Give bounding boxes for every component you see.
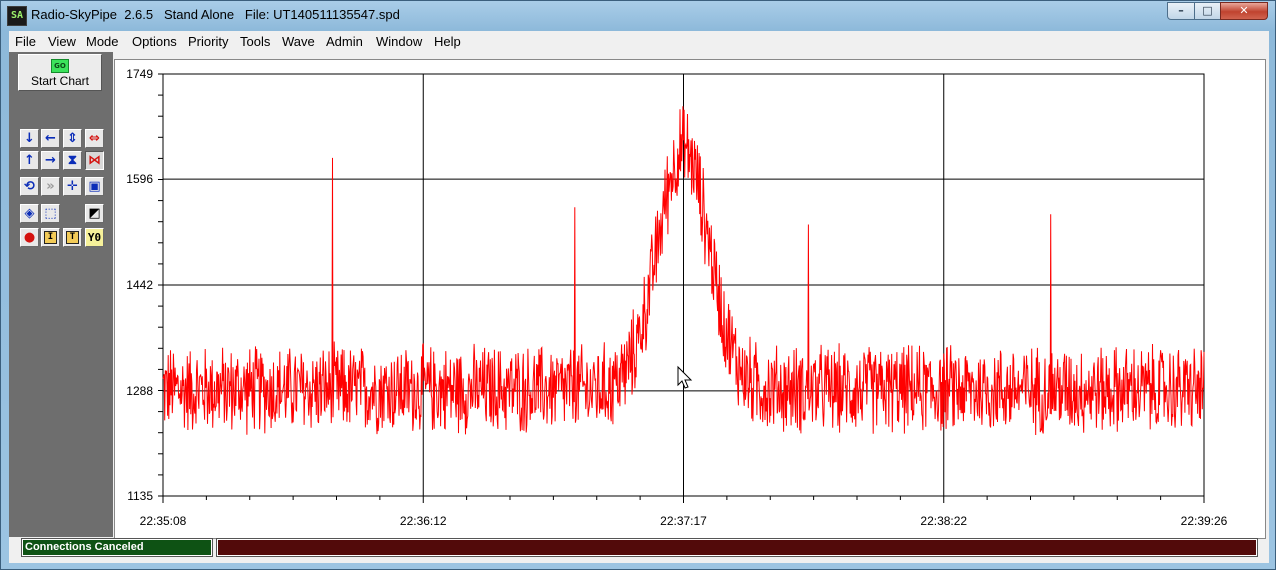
x-tick-label: 22:38:22 (920, 514, 967, 528)
expand-horizontal-red-icon[interactable]: ⇔ (85, 129, 104, 148)
y-zero-icon[interactable]: Y0 (85, 228, 104, 247)
chart-area[interactable]: 1749 1596 1442 1288 1135 22:35:08 22:36:12 22:3… (114, 59, 1266, 539)
window-title: Radio-SkyPipe 2.6.5 Stand Alone File: UT… (31, 7, 400, 22)
close-button[interactable]: ✕ (1220, 2, 1268, 20)
app-logo-icon: SA (7, 6, 27, 26)
text-insert-glyph: I (44, 231, 57, 244)
text-tool-glyph: T (66, 231, 79, 244)
menu-mode[interactable]: Mode (86, 34, 119, 49)
strip-chart[interactable]: 1749 1596 1442 1288 1135 22:35:08 22:36:12 22:3… (115, 60, 1265, 538)
menu-file[interactable]: File (15, 34, 36, 49)
y-tick-label: 1442 (126, 278, 153, 292)
tool-panel: GO Start Chart ↓ ← ⇕ ⇔ ↑ → ⧗ ⋈ ⟲ » ✛ ▣ ◈… (9, 52, 113, 537)
x-tick-label: 22:37:17 (660, 514, 707, 528)
y-tick-label: 1288 (126, 384, 153, 398)
maximize-button[interactable]: □ (1194, 2, 1221, 20)
center-icon[interactable]: ◈ (20, 204, 39, 223)
menu-tools[interactable]: Tools (240, 34, 270, 49)
edit-chart-icon[interactable]: ◩ (85, 204, 104, 223)
go-icon: GO (51, 59, 69, 73)
menu-window[interactable]: Window (376, 34, 422, 49)
expand-vertical-icon[interactable]: ⇕ (63, 129, 82, 148)
x-tick-label: 22:35:08 (140, 514, 187, 528)
menu-options[interactable]: Options (132, 34, 177, 49)
status-bar-indicator (216, 538, 1258, 557)
x-tick-label: 22:39:26 (1181, 514, 1228, 528)
menu-priority[interactable]: Priority (188, 34, 228, 49)
text-insert-icon[interactable]: I (41, 228, 60, 247)
arrow-left-icon[interactable]: ← (41, 129, 60, 148)
menu-help[interactable]: Help (434, 34, 461, 49)
record-icon[interactable]: ● (20, 228, 39, 247)
start-chart-label: Start Chart (30, 74, 90, 88)
connection-status: Connections Canceled (21, 538, 213, 557)
y-tick-label: 1135 (127, 489, 153, 503)
select-box-icon[interactable]: ⬚ (41, 204, 60, 223)
text-tool-icon[interactable]: T (63, 228, 82, 247)
y-tick-label: 1596 (126, 172, 153, 186)
start-chart-button[interactable]: GO Start Chart (18, 54, 102, 91)
crosshair-icon[interactable]: ✛ (63, 177, 82, 196)
fast-forward-icon[interactable]: » (41, 177, 60, 196)
x-tick-label: 22:36:12 (400, 514, 447, 528)
menu-view[interactable]: View (48, 34, 76, 49)
compress-vertical-icon[interactable]: ⧗ (63, 151, 82, 170)
compress-horizontal-red-icon[interactable]: ⋈ (85, 151, 104, 170)
mouse-cursor-icon (677, 365, 693, 389)
refresh-icon[interactable]: ⟲ (20, 177, 39, 196)
arrow-right-icon[interactable]: → (41, 151, 60, 170)
arrow-down-icon[interactable]: ↓ (20, 129, 39, 148)
minimize-button[interactable]: – (1167, 2, 1195, 20)
title-bar[interactable]: SA Radio-SkyPipe 2.6.5 Stand Alone File:… (1, 1, 1275, 29)
y-tick-label: 1749 (126, 67, 153, 81)
zoom-box-icon[interactable]: ▣ (85, 177, 104, 196)
arrow-up-icon[interactable]: ↑ (20, 151, 39, 170)
menu-wave[interactable]: Wave (282, 34, 315, 49)
menu-bar: File View Mode Options Priority Tools Wa… (9, 31, 1269, 52)
menu-admin[interactable]: Admin (326, 34, 363, 49)
app-window: SA Radio-SkyPipe 2.6.5 Stand Alone File:… (0, 0, 1276, 570)
